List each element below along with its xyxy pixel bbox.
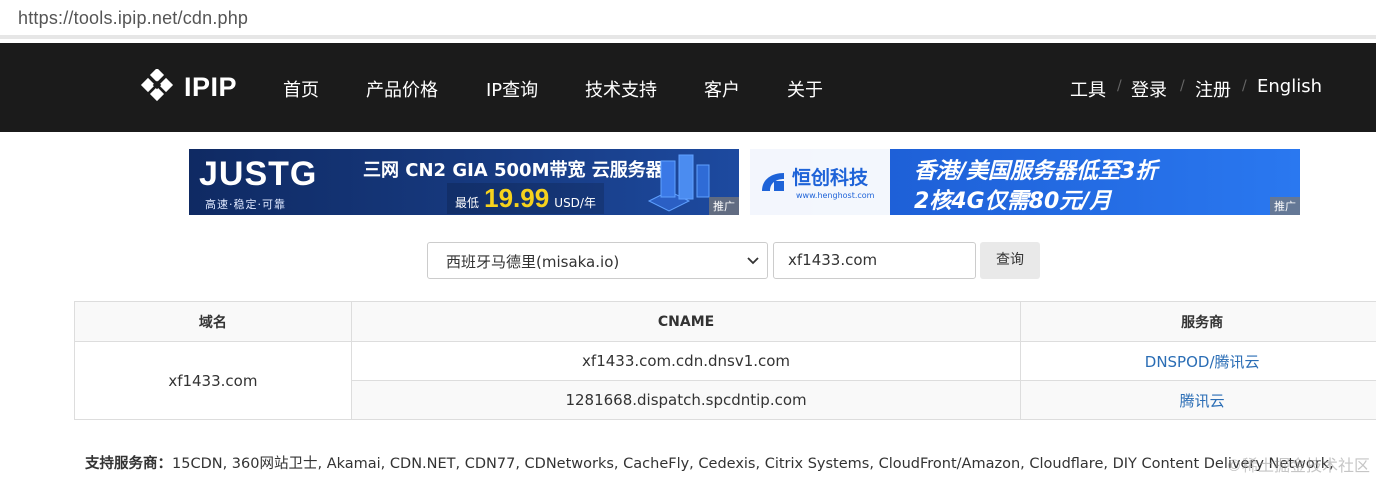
ad-banner-justg[interactable]: JUSTG 高速·稳定·可靠 三网 CN2 GIA 500M带宽 云服务器 最低… [189, 149, 739, 215]
domain-input[interactable]: xf1433.com [773, 242, 976, 279]
nav-login[interactable]: 登录 [1131, 76, 1167, 102]
table-row: xf1433.com xf1433.com.cdn.dnsv1.com DNSP… [74, 341, 1376, 420]
column-header-domain: 域名 [74, 301, 352, 342]
ad-tag: 推广 [709, 197, 739, 215]
nav-tools[interactable]: 工具 [1070, 76, 1106, 102]
banner-line2: 2核4G仅需80元/月 [914, 189, 1112, 214]
banner-price: 19.99 [484, 183, 550, 213]
location-select[interactable]: 西班牙马德里(misaka.io) [427, 242, 768, 279]
cname-cell: xf1433.com.cdn.dnsv1.com [350, 341, 1022, 381]
nav-ip-lookup[interactable]: IP查询 [486, 76, 538, 102]
ad-banner-henghost[interactable]: 恒创科技 www.henghost.com 香港/美国服务器低至3折 2核4G仅… [750, 149, 1300, 215]
cname-cell: 1281668.dispatch.spcdntip.com [350, 380, 1022, 420]
domain-cell: xf1433.com [74, 341, 352, 420]
nav-customers[interactable]: 客户 [704, 76, 740, 102]
banner-slogan: 高速·稳定·可靠 [205, 198, 286, 211]
nav-home[interactable]: 首页 [283, 76, 319, 102]
nav-about[interactable]: 关于 [787, 76, 823, 102]
watermark: ©稀土掘金技术社区 [1225, 456, 1370, 475]
nav-divider: / [1117, 78, 1122, 94]
banner-line1: 香港/美国服务器低至3折 [914, 159, 1158, 184]
query-button[interactable]: 查询 [980, 242, 1040, 279]
table-header-row: 域名 CNAME 服务商 [74, 301, 1376, 342]
supported-providers: 支持服务商：15CDN, 360网站卫士, Akamai, CDN.NET, C… [85, 454, 1365, 474]
nav-divider: / [1180, 78, 1185, 94]
banner-price-box: 最低 19.99 USD/年 [447, 183, 604, 214]
henghost-logo-icon [762, 173, 784, 191]
url-text[interactable]: https://tools.ipip.net/cdn.php [18, 8, 248, 29]
cdn-results-table: 域名 CNAME 服务商 xf1433.com xf1433.com.cdn.d… [74, 301, 1376, 420]
provider-cell: 腾讯云 [1020, 380, 1376, 420]
column-header-provider: 服务商 [1020, 301, 1376, 342]
nav-support[interactable]: 技术支持 [585, 76, 657, 102]
logo-text: IPIP [184, 71, 238, 102]
top-navbar: IPIP 首页 产品价格 IP查询 技术支持 客户 关于 工具 / 登录 / 注… [0, 43, 1376, 132]
supported-providers-list: 15CDN, 360网站卫士, Akamai, CDN.NET, CDN77, … [172, 456, 1334, 472]
banner-brand: 恒创科技 [792, 167, 869, 189]
chevron-down-icon [747, 257, 759, 265]
ad-tag: 推广 [1270, 197, 1300, 215]
nav-register[interactable]: 注册 [1195, 76, 1231, 102]
address-bar[interactable]: https://tools.ipip.net/cdn.php [0, 0, 1376, 39]
nav-pricing[interactable]: 产品价格 [366, 76, 438, 102]
column-header-cname: CNAME [350, 301, 1022, 342]
provider-link[interactable]: 腾讯云 [1180, 392, 1225, 410]
nav-divider: / [1242, 78, 1247, 94]
banner-brand: JUSTG [199, 155, 318, 193]
banner-site: www.henghost.com [796, 191, 875, 200]
banner-headline: 三网 CN2 GIA 500M带宽 云服务器 [363, 160, 664, 181]
banner-price-unit: USD/年 [554, 196, 596, 210]
supported-providers-label: 支持服务商： [85, 456, 172, 472]
ipip-logo-icon [140, 69, 174, 102]
logo[interactable]: IPIP [140, 69, 237, 105]
provider-cell: DNSPOD/腾讯云 [1020, 341, 1376, 381]
nav-english[interactable]: English [1257, 76, 1322, 97]
provider-link[interactable]: DNSPOD/腾讯云 [1145, 353, 1260, 371]
location-select-value: 西班牙马德里(misaka.io) [446, 253, 620, 271]
banner-price-prefix: 最低 [455, 196, 480, 210]
